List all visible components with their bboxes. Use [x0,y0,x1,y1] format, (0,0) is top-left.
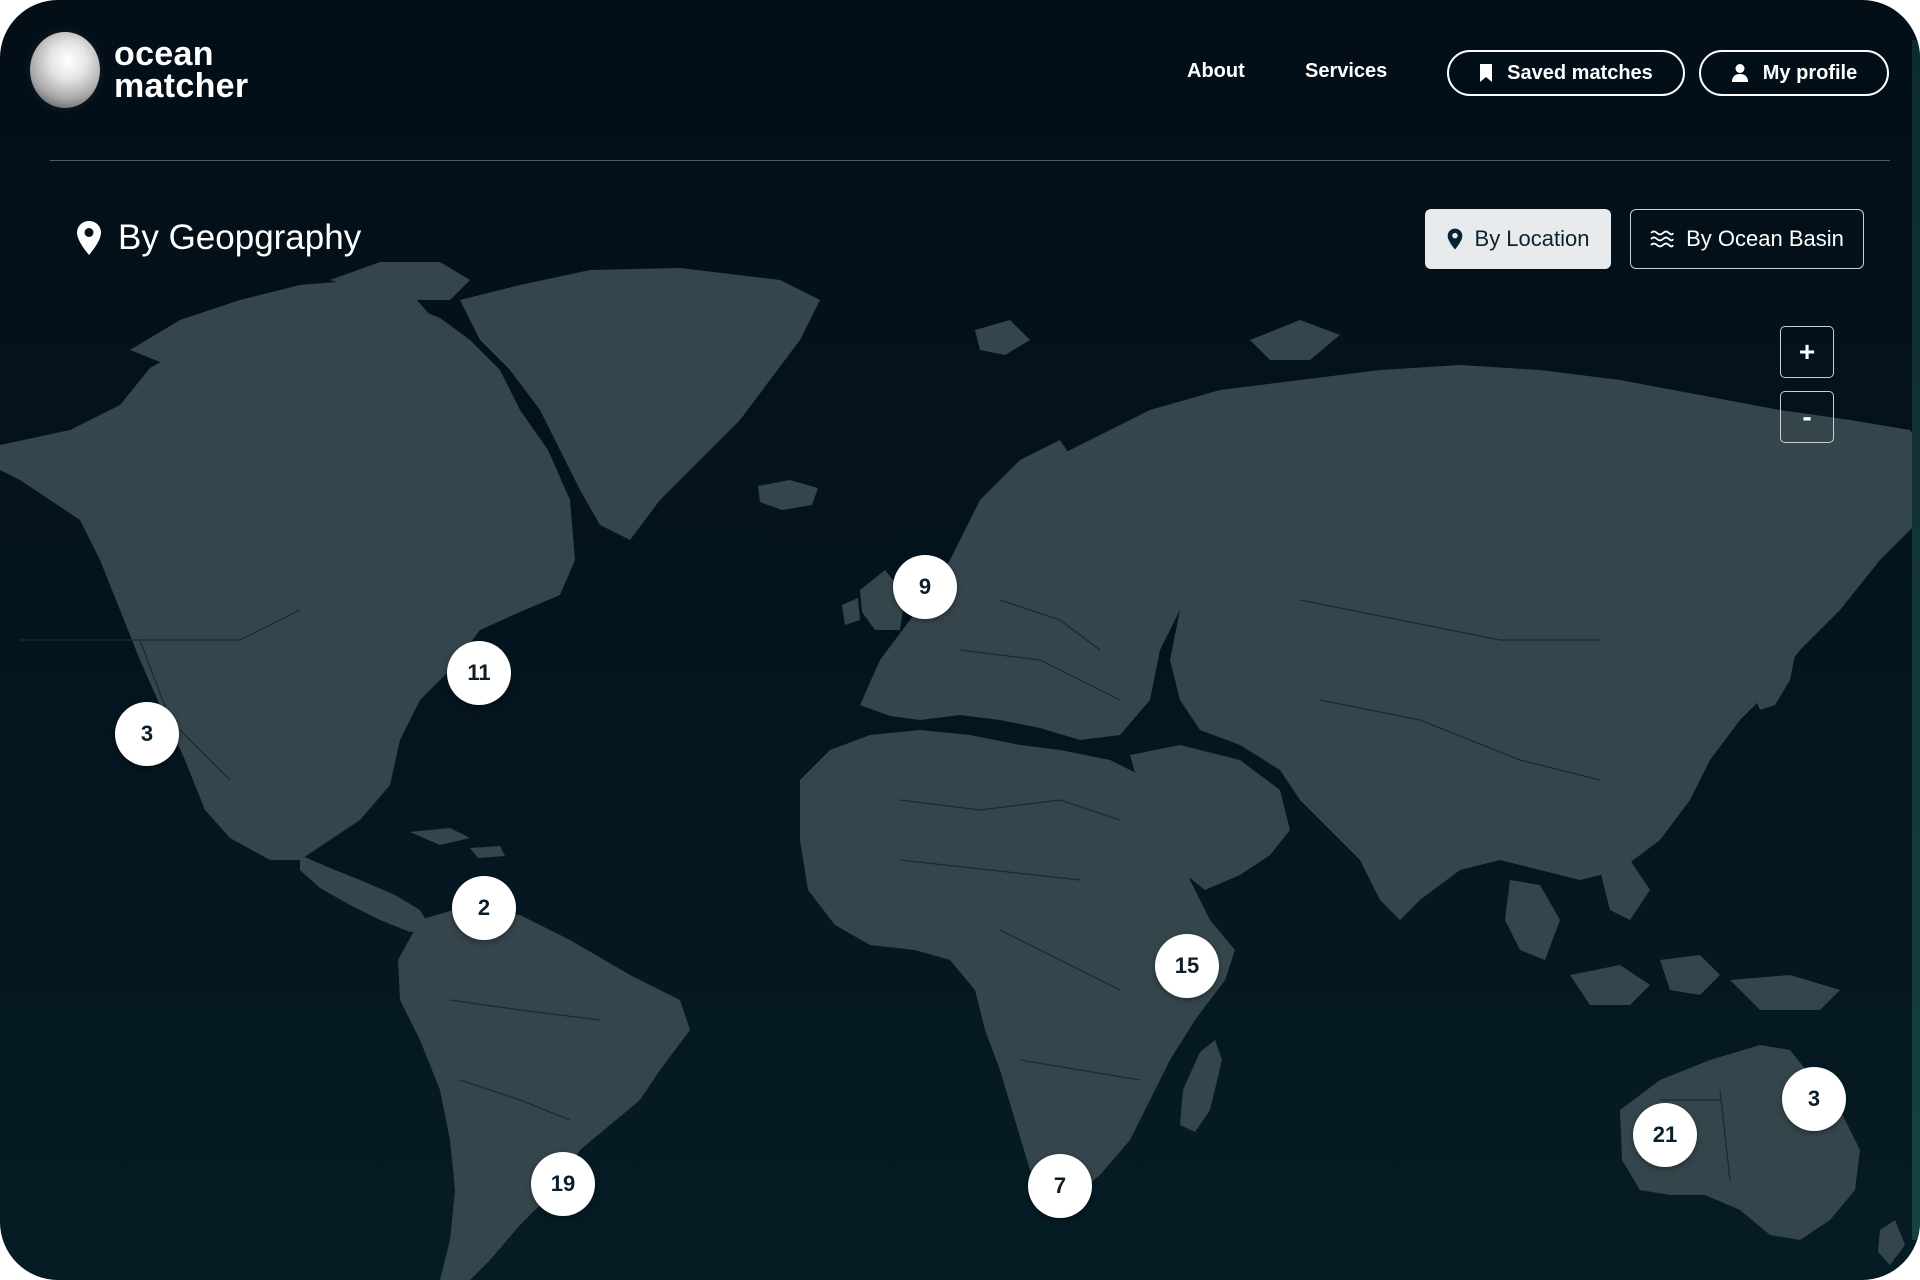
nav-about-link[interactable]: About [1187,60,1245,83]
frame-edge [1912,40,1920,1240]
land-south-america [398,905,690,1280]
land-north-america [0,298,575,860]
by-ocean-basin-label: By Ocean Basin [1686,226,1844,251]
brand-logo[interactable]: ocean matcher [30,32,248,108]
map-marker-western-australia[interactable]: 21 [1633,1103,1697,1167]
brand-name: ocean matcher [114,35,249,105]
section-title-text: By Geopgraphy [118,218,362,257]
map-marker-us-west[interactable]: 3 [115,702,179,766]
location-pin-icon [1447,228,1463,250]
map-marker-southern-africa[interactable]: 7 [1028,1154,1092,1218]
section-title: By Geopgraphy [76,218,361,258]
brand-line-1: ocean [114,35,214,73]
location-pin-icon [76,220,102,256]
map-marker-western-europe[interactable]: 9 [893,555,957,619]
by-location-toggle[interactable]: By Location [1425,209,1611,269]
my-profile-button[interactable]: My profile [1699,50,1889,96]
land-central-america [300,855,432,932]
waves-icon [1650,230,1674,248]
app-frame: ocean matcher About Services Saved match… [0,0,1920,1280]
nav-services-link[interactable]: Services [1305,60,1387,83]
zoom-out-button[interactable]: - [1780,391,1834,443]
logo-orb-icon [30,32,100,108]
my-profile-label: My profile [1762,61,1858,84]
brand-line-2: matcher [114,67,249,105]
user-icon [1731,63,1749,83]
map-marker-south-america[interactable]: 19 [531,1152,595,1216]
saved-matches-label: Saved matches [1507,61,1653,84]
map-marker-caribbean[interactable]: 2 [452,876,516,940]
zoom-in-button[interactable]: + [1780,326,1834,378]
saved-matches-button[interactable]: Saved matches [1447,50,1685,96]
by-ocean-basin-toggle[interactable]: By Ocean Basin [1630,209,1864,269]
header-divider [50,160,1890,161]
landmasses [0,262,1920,1280]
land-madagascar [1180,1040,1222,1132]
map-marker-us-east[interactable]: 11 [447,641,511,705]
by-location-label: By Location [1474,226,1590,251]
map-marker-eastern-australia[interactable]: 3 [1782,1067,1846,1131]
bookmark-icon [1479,63,1493,83]
world-map[interactable] [0,0,1920,1280]
map-marker-east-africa[interactable]: 15 [1155,934,1219,998]
